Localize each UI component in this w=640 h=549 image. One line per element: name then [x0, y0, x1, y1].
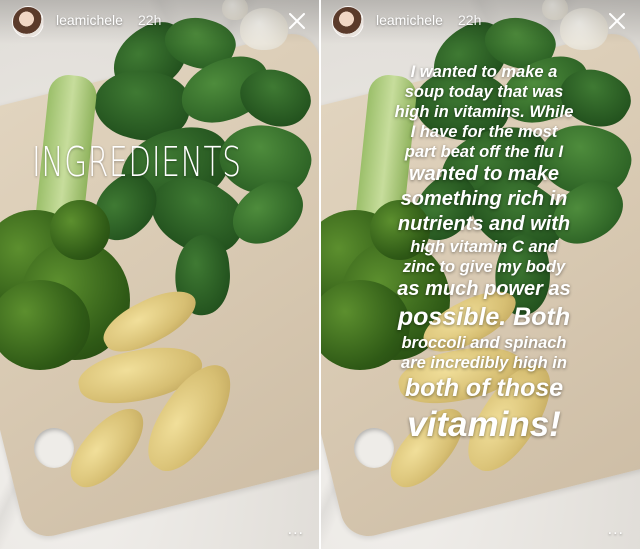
- username[interactable]: leamichele: [376, 12, 443, 28]
- caption-line: high in vitamins. While: [394, 103, 574, 121]
- caption-line: broccoli and spinach: [401, 334, 567, 352]
- caption-line: are incredibly high in: [401, 354, 567, 372]
- close-icon: [609, 13, 625, 29]
- story-panel-right[interactable]: leamichele 22h I wanted to make a soup t…: [320, 0, 640, 549]
- caption-line: vitamins!: [407, 405, 561, 444]
- timestamp: 22h: [138, 12, 162, 28]
- caption-line: as much power as: [397, 278, 571, 300]
- more-options-icon: ...: [607, 521, 624, 538]
- story-header: leamichele 22h: [320, 0, 640, 44]
- story-caption: I wanted to make a soup today that was h…: [350, 62, 618, 446]
- caption-line: zinc to give my body: [402, 258, 566, 276]
- close-button[interactable]: [284, 8, 310, 34]
- avatar[interactable]: [12, 6, 44, 38]
- cutting-board-hole: [34, 428, 74, 468]
- panel-divider: [319, 0, 321, 549]
- caption-line: I wanted to make a: [410, 63, 558, 81]
- story-panel-left[interactable]: leamichele 22h INGREDIENTS ...: [0, 0, 320, 549]
- timestamp: 22h: [458, 12, 482, 28]
- avatar[interactable]: [332, 6, 364, 38]
- caption-line: soup today that was: [404, 83, 564, 101]
- story-overlay-text: INGREDIENTS: [32, 138, 242, 186]
- caption-line: part beat off the flu I: [404, 143, 564, 161]
- caption-line: I have for the most: [410, 123, 558, 141]
- caption-line: both of those: [404, 374, 564, 402]
- more-options-button[interactable]: ...: [608, 521, 624, 539]
- story-header: leamichele 22h: [0, 0, 320, 44]
- more-options-icon: ...: [287, 521, 304, 538]
- close-button[interactable]: [604, 8, 630, 34]
- close-icon: [289, 13, 305, 29]
- caption-line: wanted to make: [408, 163, 560, 185]
- caption-line: possible. Both: [397, 303, 571, 331]
- caption-line: something rich in: [400, 188, 568, 210]
- caption-line: nutrients and with: [397, 213, 571, 235]
- username[interactable]: leamichele: [56, 12, 123, 28]
- more-options-button[interactable]: ...: [288, 521, 304, 539]
- caption-line: high vitamin C and: [410, 238, 558, 256]
